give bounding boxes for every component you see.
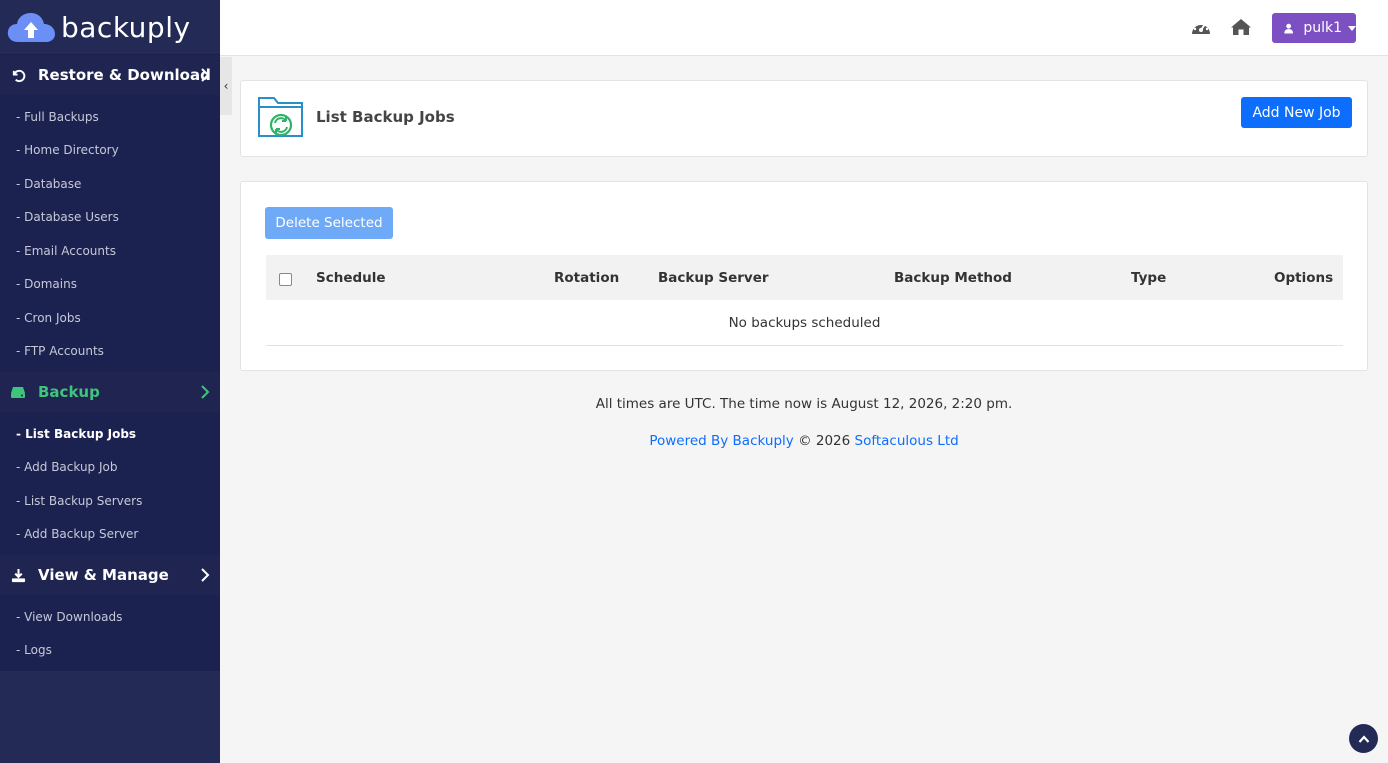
- username: pulk1: [1303, 20, 1342, 36]
- sidebar-item-full-backups[interactable]: - Full Backups: [0, 100, 220, 134]
- page-header-panel: List Backup Jobs Add New Job: [240, 80, 1368, 157]
- sidebar-collapse-toggle[interactable]: ‹: [220, 57, 232, 115]
- scroll-to-top-button[interactable]: [1349, 724, 1378, 753]
- user-icon: [1284, 23, 1293, 33]
- delete-selected-button[interactable]: Delete Selected: [265, 207, 393, 239]
- submenu-restore: - Full Backups - Home Directory - Databa…: [0, 95, 220, 372]
- caret-down-icon: [1348, 25, 1356, 31]
- sidebar-item-view-downloads[interactable]: - View Downloads: [0, 600, 220, 634]
- sidebar-item-database[interactable]: - Database: [0, 167, 220, 201]
- server-time-text: All times are UTC. The time now is Augus…: [595, 396, 1013, 412]
- sidebar-section-restore[interactable]: Restore & Download: [0, 55, 220, 95]
- chevron-right-icon: [201, 568, 210, 582]
- sidebar: backuply Restore & Download - Full Backu…: [0, 0, 220, 763]
- brand-logo[interactable]: backuply: [0, 0, 220, 55]
- chevron-right-icon: [201, 68, 210, 82]
- empty-table-message: No backups scheduled: [266, 300, 1343, 346]
- sidebar-section-backup[interactable]: Backup: [0, 372, 220, 412]
- download-icon: [10, 567, 26, 583]
- sidebar-item-ftp-accounts[interactable]: - FTP Accounts: [0, 335, 220, 369]
- hdd-icon: [10, 384, 26, 400]
- sidebar-item-logs[interactable]: - Logs: [0, 634, 220, 668]
- sidebar-item-add-backup-job[interactable]: - Add Backup Job: [0, 451, 220, 485]
- sidebar-section-view-manage[interactable]: View & Manage: [0, 555, 220, 595]
- chevron-up-icon: [1358, 734, 1369, 743]
- page-title: List Backup Jobs: [316, 108, 455, 126]
- sidebar-item-list-backup-servers[interactable]: - List Backup Servers: [0, 484, 220, 518]
- cloud-upload-icon: [7, 13, 56, 42]
- select-all-checkbox[interactable]: [279, 273, 292, 286]
- sidebar-item-email-accounts[interactable]: - Email Accounts: [0, 234, 220, 268]
- column-header-type[interactable]: Type: [1131, 255, 1166, 300]
- brand-name: backuply: [61, 10, 191, 44]
- column-header-backup-method[interactable]: Backup Method: [894, 255, 1012, 300]
- sidebar-item-list-backup-jobs[interactable]: - List Backup Jobs: [0, 417, 220, 451]
- company-link[interactable]: Softaculous Ltd: [855, 433, 959, 449]
- sidebar-item-add-backup-server[interactable]: - Add Backup Server: [0, 518, 220, 552]
- dashboard-icon[interactable]: [1189, 16, 1213, 38]
- topbar: pulk1: [220, 0, 1388, 56]
- undo-icon: [10, 67, 26, 83]
- column-header-backup-server[interactable]: Backup Server: [658, 255, 769, 300]
- sidebar-section-view-manage-label: View & Manage: [38, 566, 169, 584]
- sidebar-item-database-users[interactable]: - Database Users: [0, 201, 220, 235]
- folder-sync-icon: [258, 97, 303, 137]
- sidebar-item-home-directory[interactable]: - Home Directory: [0, 134, 220, 168]
- backup-jobs-panel: Delete Selected Schedule Rotation Backup…: [240, 181, 1368, 371]
- powered-by-link[interactable]: Powered By Backuply: [649, 433, 793, 449]
- add-new-job-button[interactable]: Add New Job: [1241, 97, 1352, 128]
- copyright-text: © 2026: [798, 433, 851, 449]
- sidebar-item-domains[interactable]: - Domains: [0, 268, 220, 302]
- submenu-backup: - List Backup Jobs - Add Backup Job - Li…: [0, 412, 220, 555]
- footer-credit: Powered By Backuply © 2026 Softaculous L…: [220, 433, 1388, 449]
- user-menu-button[interactable]: pulk1: [1272, 13, 1356, 43]
- submenu-view-manage: - View Downloads - Logs: [0, 595, 220, 671]
- column-header-rotation[interactable]: Rotation: [554, 255, 619, 300]
- column-header-options: Options: [1274, 269, 1334, 286]
- sidebar-item-cron-jobs[interactable]: - Cron Jobs: [0, 301, 220, 335]
- sidebar-section-backup-label: Backup: [38, 383, 100, 401]
- home-icon[interactable]: [1229, 16, 1253, 38]
- table-header: Schedule Rotation Backup Server Backup M…: [266, 255, 1343, 300]
- chevron-right-icon: [201, 385, 210, 399]
- sidebar-section-restore-label: Restore & Download: [38, 66, 211, 84]
- column-header-schedule[interactable]: Schedule: [316, 255, 386, 300]
